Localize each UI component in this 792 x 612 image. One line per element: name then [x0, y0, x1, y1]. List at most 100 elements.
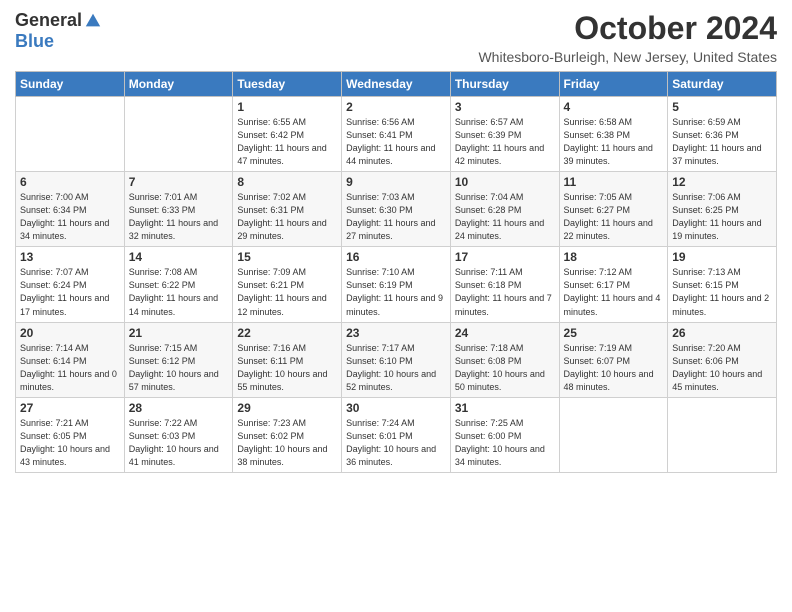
calendar-cell: 6Sunrise: 7:00 AM Sunset: 6:34 PM Daylig…: [16, 172, 125, 247]
calendar-cell: [16, 97, 125, 172]
day-number: 4: [564, 100, 664, 114]
calendar-cell: 4 Sunrise: 6:58 AM Sunset: 6:38 PM Daylig…: [559, 97, 668, 172]
calendar-cell: 16Sunrise: 7:10 AM Sunset: 6:19 PM Dayli…: [342, 247, 451, 322]
day-number: 20: [20, 326, 120, 340]
calendar-cell: 21 Sunrise: 7:15 AM Sunset: 6:12 PM Dayli…: [124, 322, 233, 397]
subtitle: Whitesboro-Burleigh, New Jersey, United …: [478, 49, 777, 65]
logo-general: General: [15, 10, 82, 31]
calendar-cell: 11 Sunrise: 7:05 AM Sunset: 6:27 PM Dayli…: [559, 172, 668, 247]
day-number: 5: [672, 100, 772, 114]
day-number: 1: [237, 100, 337, 114]
calendar-cell: 26Sunrise: 7:20 AM Sunset: 6:06 PM Dayli…: [668, 322, 777, 397]
day-info: Sunrise: 7:09 AM Sunset: 6:21 PM Dayligh…: [237, 266, 337, 318]
day-info: Sunrise: 7:17 AM Sunset: 6:10 PM Dayligh…: [346, 342, 446, 394]
day-number: 11: [564, 175, 664, 189]
day-info: Sunrise: 6:56 AM Sunset: 6:41 PM Dayligh…: [346, 116, 446, 168]
day-info: Sunrise: 7:23 AM Sunset: 6:02 PM Dayligh…: [237, 417, 337, 469]
week-row-2: 6Sunrise: 7:00 AM Sunset: 6:34 PM Daylig…: [16, 172, 777, 247]
day-number: 21: [129, 326, 229, 340]
calendar-cell: 31Sunrise: 7:25 AM Sunset: 6:00 PM Dayli…: [450, 397, 559, 472]
calendar-cell: 7Sunrise: 7:01 AM Sunset: 6:33 PM Daylig…: [124, 172, 233, 247]
calendar-cell: 12 Sunrise: 7:06 AM Sunset: 6:25 PM Dayli…: [668, 172, 777, 247]
calendar-cell: 22 Sunrise: 7:16 AM Sunset: 6:11 PM Dayli…: [233, 322, 342, 397]
day-info: Sunrise: 7:06 AM Sunset: 6:25 PM Dayligh…: [672, 191, 772, 243]
calendar-cell: 19 Sunrise: 7:13 AM Sunset: 6:15 PM Dayli…: [668, 247, 777, 322]
week-row-3: 13Sunrise: 7:07 AM Sunset: 6:24 PM Dayli…: [16, 247, 777, 322]
day-header-saturday: Saturday: [668, 72, 777, 97]
title-section: October 2024 Whitesboro-Burleigh, New Je…: [478, 10, 777, 65]
day-info: Sunrise: 7:10 AM Sunset: 6:19 PM Dayligh…: [346, 266, 446, 318]
days-of-week-row: SundayMondayTuesdayWednesdayThursdayFrid…: [16, 72, 777, 97]
day-info: Sunrise: 7:04 AM Sunset: 6:28 PM Dayligh…: [455, 191, 555, 243]
day-info: Sunrise: 7:15 AM Sunset: 6:12 PM Dayligh…: [129, 342, 229, 394]
day-info: Sunrise: 7:20 AM Sunset: 6:06 PM Dayligh…: [672, 342, 772, 394]
day-number: 29: [237, 401, 337, 415]
day-number: 22: [237, 326, 337, 340]
day-number: 15: [237, 250, 337, 264]
day-info: Sunrise: 7:13 AM Sunset: 6:15 PM Dayligh…: [672, 266, 772, 318]
day-header-thursday: Thursday: [450, 72, 559, 97]
day-number: 12: [672, 175, 772, 189]
day-number: 18: [564, 250, 664, 264]
calendar-cell: 29 Sunrise: 7:23 AM Sunset: 6:02 PM Dayli…: [233, 397, 342, 472]
calendar-cell: 9Sunrise: 7:03 AM Sunset: 6:30 PM Daylig…: [342, 172, 451, 247]
day-number: 30: [346, 401, 446, 415]
calendar-header: SundayMondayTuesdayWednesdayThursdayFrid…: [16, 72, 777, 97]
day-number: 8: [237, 175, 337, 189]
calendar-body: 1 Sunrise: 6:55 AM Sunset: 6:42 PM Daylig…: [16, 97, 777, 473]
week-row-1: 1 Sunrise: 6:55 AM Sunset: 6:42 PM Daylig…: [16, 97, 777, 172]
calendar-cell: 2 Sunrise: 6:56 AM Sunset: 6:41 PM Daylig…: [342, 97, 451, 172]
day-info: Sunrise: 7:07 AM Sunset: 6:24 PM Dayligh…: [20, 266, 120, 318]
day-number: 23: [346, 326, 446, 340]
calendar-cell: 15 Sunrise: 7:09 AM Sunset: 6:21 PM Dayli…: [233, 247, 342, 322]
calendar-cell: 8 Sunrise: 7:02 AM Sunset: 6:31 PM Daylig…: [233, 172, 342, 247]
logo: General Blue: [15, 10, 102, 52]
day-header-monday: Monday: [124, 72, 233, 97]
calendar-cell: 17Sunrise: 7:11 AM Sunset: 6:18 PM Dayli…: [450, 247, 559, 322]
day-number: 10: [455, 175, 555, 189]
day-info: Sunrise: 7:08 AM Sunset: 6:22 PM Dayligh…: [129, 266, 229, 318]
day-number: 25: [564, 326, 664, 340]
calendar-cell: 28 Sunrise: 7:22 AM Sunset: 6:03 PM Dayli…: [124, 397, 233, 472]
calendar-cell: 30Sunrise: 7:24 AM Sunset: 6:01 PM Dayli…: [342, 397, 451, 472]
day-info: Sunrise: 6:58 AM Sunset: 6:38 PM Dayligh…: [564, 116, 664, 168]
calendar-table: SundayMondayTuesdayWednesdayThursdayFrid…: [15, 71, 777, 473]
day-info: Sunrise: 7:14 AM Sunset: 6:14 PM Dayligh…: [20, 342, 120, 394]
calendar-cell: 25 Sunrise: 7:19 AM Sunset: 6:07 PM Dayli…: [559, 322, 668, 397]
day-number: 19: [672, 250, 772, 264]
day-info: Sunrise: 7:03 AM Sunset: 6:30 PM Dayligh…: [346, 191, 446, 243]
calendar-cell: 27Sunrise: 7:21 AM Sunset: 6:05 PM Dayli…: [16, 397, 125, 472]
day-number: 7: [129, 175, 229, 189]
calendar-cell: 14Sunrise: 7:08 AM Sunset: 6:22 PM Dayli…: [124, 247, 233, 322]
day-header-wednesday: Wednesday: [342, 72, 451, 97]
calendar-cell: 20 Sunrise: 7:14 AM Sunset: 6:14 PM Dayli…: [16, 322, 125, 397]
calendar-cell: 23 Sunrise: 7:17 AM Sunset: 6:10 PM Dayli…: [342, 322, 451, 397]
day-number: 17: [455, 250, 555, 264]
calendar-cell: [559, 397, 668, 472]
logo-blue: Blue: [15, 31, 54, 52]
day-info: Sunrise: 7:02 AM Sunset: 6:31 PM Dayligh…: [237, 191, 337, 243]
day-number: 6: [20, 175, 120, 189]
day-header-friday: Friday: [559, 72, 668, 97]
day-info: Sunrise: 6:59 AM Sunset: 6:36 PM Dayligh…: [672, 116, 772, 168]
day-info: Sunrise: 7:16 AM Sunset: 6:11 PM Dayligh…: [237, 342, 337, 394]
calendar-cell: 5 Sunrise: 6:59 AM Sunset: 6:36 PM Daylig…: [668, 97, 777, 172]
day-info: Sunrise: 7:19 AM Sunset: 6:07 PM Dayligh…: [564, 342, 664, 394]
day-info: Sunrise: 7:05 AM Sunset: 6:27 PM Dayligh…: [564, 191, 664, 243]
week-row-4: 20 Sunrise: 7:14 AM Sunset: 6:14 PM Dayli…: [16, 322, 777, 397]
calendar-cell: 3Sunrise: 6:57 AM Sunset: 6:39 PM Daylig…: [450, 97, 559, 172]
calendar-cell: [124, 97, 233, 172]
day-number: 2: [346, 100, 446, 114]
calendar-cell: 1 Sunrise: 6:55 AM Sunset: 6:42 PM Daylig…: [233, 97, 342, 172]
day-number: 28: [129, 401, 229, 415]
calendar-cell: 13Sunrise: 7:07 AM Sunset: 6:24 PM Dayli…: [16, 247, 125, 322]
day-info: Sunrise: 6:57 AM Sunset: 6:39 PM Dayligh…: [455, 116, 555, 168]
day-info: Sunrise: 6:55 AM Sunset: 6:42 PM Dayligh…: [237, 116, 337, 168]
calendar-cell: 24Sunrise: 7:18 AM Sunset: 6:08 PM Dayli…: [450, 322, 559, 397]
day-header-sunday: Sunday: [16, 72, 125, 97]
week-row-5: 27Sunrise: 7:21 AM Sunset: 6:05 PM Dayli…: [16, 397, 777, 472]
day-info: Sunrise: 7:12 AM Sunset: 6:17 PM Dayligh…: [564, 266, 664, 318]
day-info: Sunrise: 7:21 AM Sunset: 6:05 PM Dayligh…: [20, 417, 120, 469]
calendar-cell: 18 Sunrise: 7:12 AM Sunset: 6:17 PM Dayli…: [559, 247, 668, 322]
day-info: Sunrise: 7:22 AM Sunset: 6:03 PM Dayligh…: [129, 417, 229, 469]
